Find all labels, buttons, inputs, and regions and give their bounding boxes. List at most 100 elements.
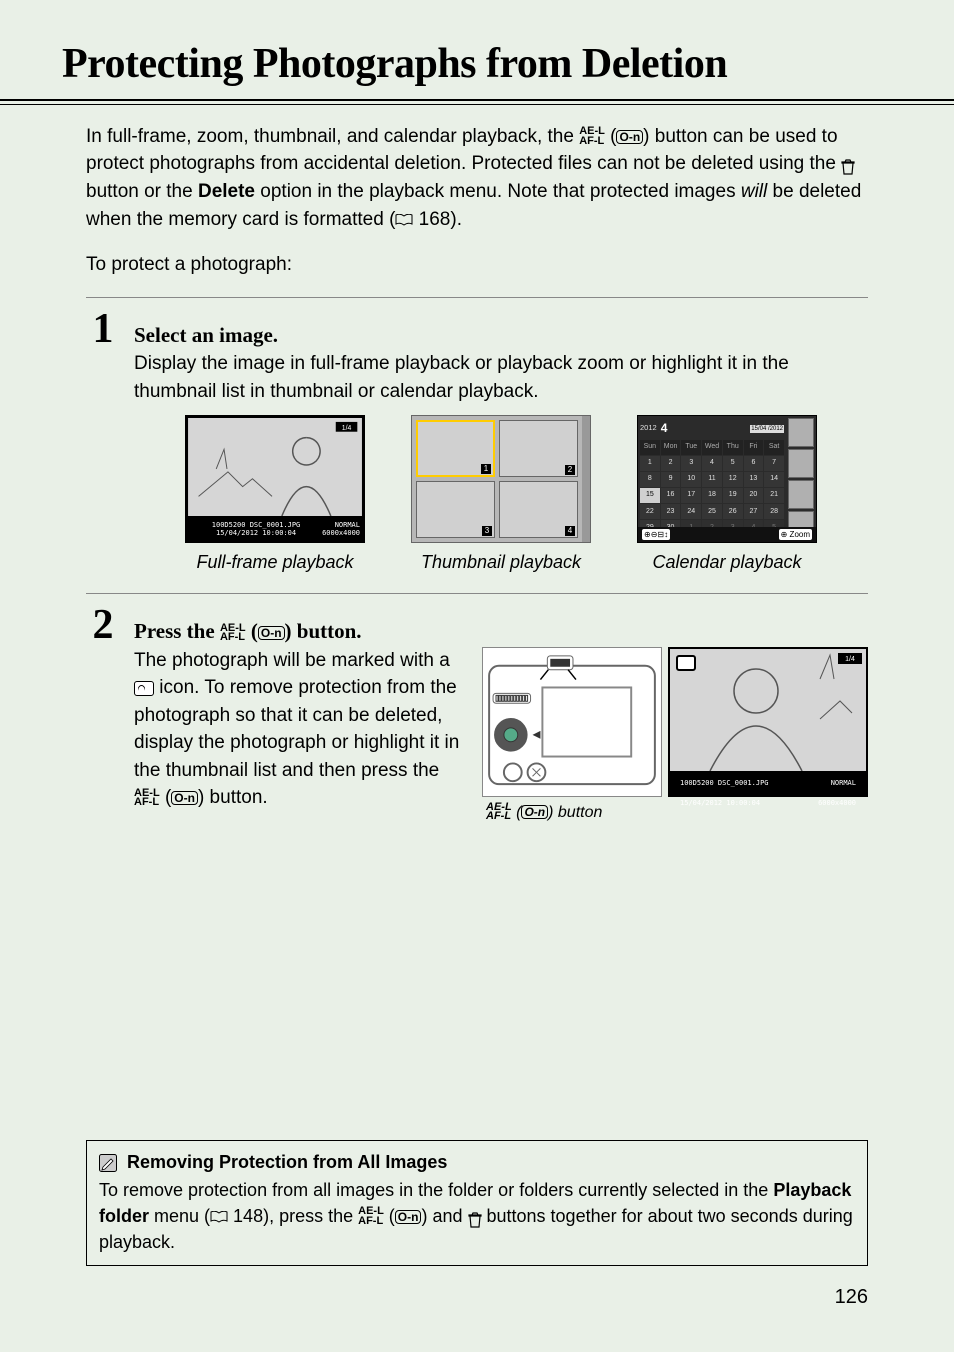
screen-info: 100D5200 DSC_0001.JPG (676, 777, 773, 789)
cal-cell: 23 (661, 504, 681, 519)
cal-cell: 16 (661, 488, 681, 503)
cal-cell: 18 (702, 488, 722, 503)
thumb-index: 4 (565, 526, 575, 536)
screen-info: NORMAL (814, 777, 860, 789)
svg-text:1/4: 1/4 (845, 656, 855, 663)
step-2: 2 Press the (O-n) button. The photograph… (86, 594, 868, 842)
book-icon (395, 214, 413, 226)
button-caption: ( (512, 804, 522, 821)
screen-info: 15/04/2012 10:00:04 (676, 797, 773, 809)
step-number: 1 (86, 308, 120, 350)
cal-year: 2012 (640, 423, 657, 434)
cal-day-header: Sun (640, 440, 660, 455)
cal-stamp: 15/04 /2012 (750, 425, 784, 434)
step-body-text: Display the image in full-frame playback… (134, 350, 868, 405)
ael-afl-icon (358, 1207, 384, 1227)
figure-thumbnail: 1 2 3 4 Thumbnail playback (411, 415, 591, 575)
cal-cell: 10 (681, 472, 701, 487)
cal-cell: 21 (764, 488, 784, 503)
step-title: Select an image. (134, 320, 278, 350)
ael-afl-icon (220, 624, 246, 644)
intro-text: In full-frame, zoom, thumbnail, and cale… (86, 126, 579, 147)
ael-afl-icon (486, 803, 512, 823)
screen-info: 6000x4000 (322, 529, 360, 537)
ael-afl-icon (134, 789, 160, 809)
calendar-grid: Sun Mon Tue Wed Thu Fri Sat 1234567 8910 (640, 440, 784, 536)
intro-text: option in the playback menu. Note that p… (255, 181, 741, 202)
protected-marker-icon (134, 681, 154, 696)
page-ref: 148), press the (228, 1206, 358, 1226)
note-body: ) and (421, 1206, 467, 1226)
step-body-text: icon. To remove protection from the phot… (134, 677, 459, 781)
screen-info: 6000x4000 (814, 797, 860, 809)
trash-icon (468, 1209, 482, 1225)
cal-cell: 6 (744, 456, 764, 471)
page-number: 126 (835, 1283, 868, 1312)
step-1: 1 Select an image. Display the image in … (86, 298, 868, 595)
note-body: ( (384, 1206, 395, 1226)
step-body-text: The photograph will be marked with a (134, 650, 450, 671)
heading-rule (0, 99, 954, 105)
cal-cell: 12 (723, 472, 743, 487)
button-caption: ) button (548, 804, 602, 821)
cal-day-header: Fri (744, 440, 764, 455)
svg-text:1/4: 1/4 (342, 425, 352, 432)
cal-cell-selected: 15 (640, 488, 660, 503)
cal-cell: 14 (764, 472, 784, 487)
protected-marker-icon (676, 655, 696, 671)
cal-cell: 20 (744, 488, 764, 503)
protect-key-icon: O-n (171, 791, 198, 805)
intro-block: In full-frame, zoom, thumbnail, and cale… (86, 123, 868, 279)
figure-caption: Full-frame playback (185, 549, 365, 575)
cal-month: 4 (661, 420, 668, 437)
cal-foot-left: ⊕⊖⊟↕ (642, 529, 670, 541)
pencil-icon (99, 1153, 117, 1171)
cal-cell: 4 (702, 456, 722, 471)
page-ref: 168). (413, 209, 462, 230)
cal-cell: 7 (764, 456, 784, 471)
protect-key-icon: O-n (521, 805, 548, 819)
cal-cell: 11 (702, 472, 722, 487)
cal-day-header: Wed (702, 440, 722, 455)
cal-cell: 25 (702, 504, 722, 519)
trash-icon (841, 156, 855, 172)
figure-caption: Calendar playback (637, 549, 817, 575)
step-title-part: ( (246, 619, 258, 643)
cal-day-header: Mon (661, 440, 681, 455)
intro-text: ( (605, 126, 617, 147)
result-screen-illustration: 1/4 100D5200 DSC_0001.JPG (668, 647, 868, 797)
cal-cell: 19 (723, 488, 743, 503)
note-box: Removing Protection from All Images To r… (86, 1140, 868, 1266)
thumb-index: 1 (481, 464, 491, 474)
cal-cell: 17 (681, 488, 701, 503)
ael-afl-icon (579, 127, 605, 147)
protect-key-icon: O-n (616, 130, 643, 144)
thumb-index: 3 (482, 526, 492, 536)
cal-foot-right: ⊕ Zoom (779, 529, 812, 541)
step-title: Press the (O-n) button. (134, 616, 362, 646)
intro-lead: To protect a photograph: (86, 251, 868, 279)
cal-cell: 13 (744, 472, 764, 487)
page-title: Protecting Photographs from Deletion (62, 34, 926, 95)
cal-cell: 3 (681, 456, 701, 471)
step-body-text: ) button. (198, 787, 268, 808)
cal-cell: 1 (640, 456, 660, 471)
step-title-part: ) button. (285, 619, 362, 643)
step-number: 2 (86, 604, 120, 646)
cal-cell: 27 (744, 504, 764, 519)
thumb-index: 2 (565, 465, 575, 475)
cal-cell: 2 (661, 456, 681, 471)
figure-caption: Thumbnail playback (411, 549, 591, 575)
note-title-text: Removing Protection from All Images (127, 1149, 447, 1175)
figure-fullframe: 1/4 100D5200 DSC_0001.JPG 15/04/2012 10:… (185, 415, 365, 575)
cal-cell: 8 (640, 472, 660, 487)
cal-cell: 28 (764, 504, 784, 519)
note-body: To remove protection from all images in … (99, 1180, 773, 1200)
step-body-text: ( (160, 787, 172, 808)
screen-info: 15/04/2012 10:00:04 (216, 529, 296, 537)
step-title-part: Press the (134, 619, 220, 643)
cal-cell: 24 (681, 504, 701, 519)
cal-cell: 5 (723, 456, 743, 471)
cal-cell: 22 (640, 504, 660, 519)
cal-day-header: Thu (723, 440, 743, 455)
